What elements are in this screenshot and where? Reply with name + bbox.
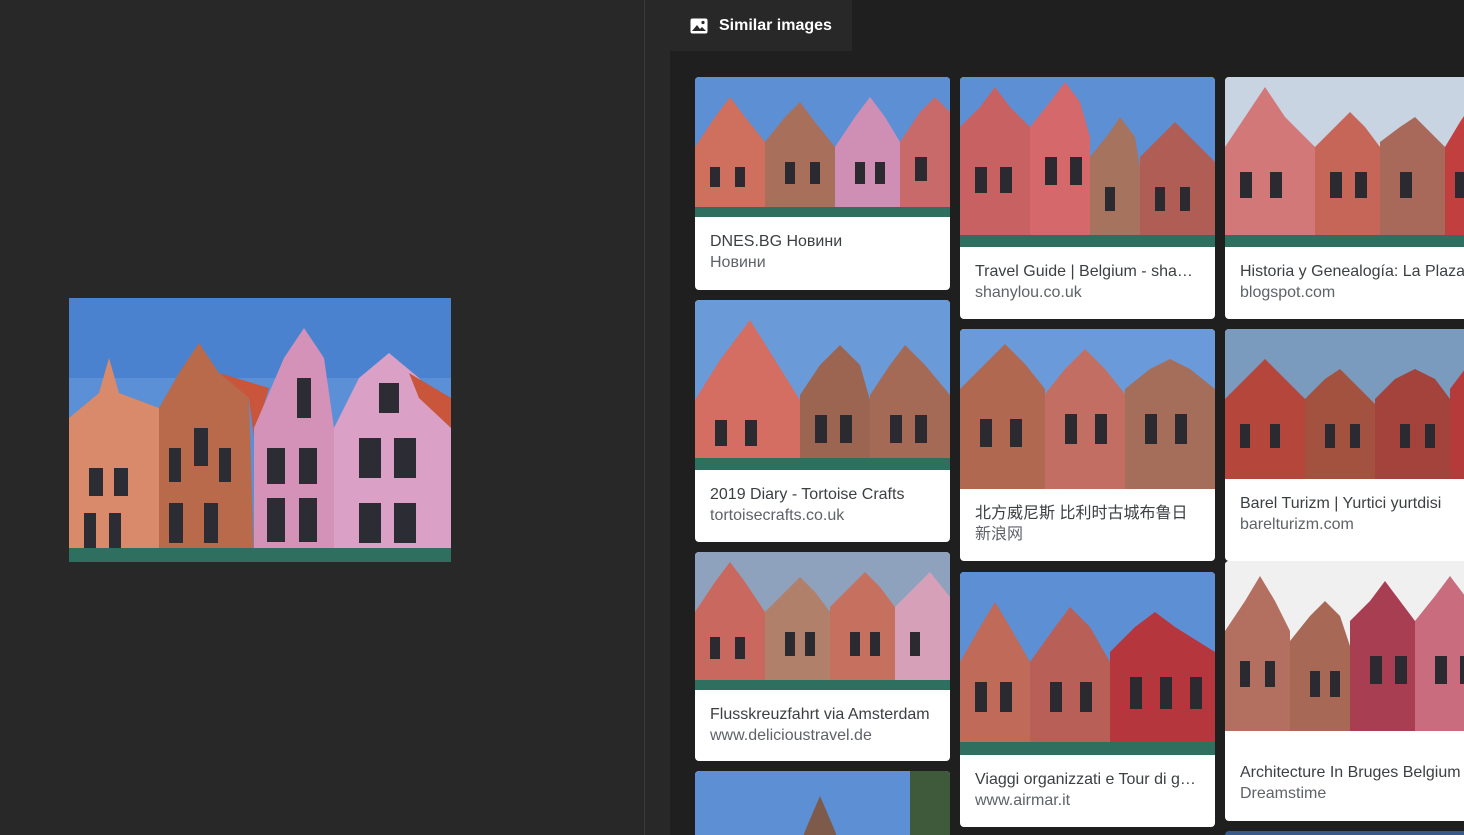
result-card[interactable]: 2019 Diary - Tortoise Crafts tortoisecra… [695,300,950,542]
result-source: Dreamstime [1240,785,1327,802]
result-card[interactable]: Flusskreuzfahrt via Amsterdam www.delici… [695,552,950,761]
result-card[interactable]: DNES.BG Новини Новини [695,77,950,290]
result-thumbnail[interactable] [695,552,950,690]
image-icon [690,18,708,33]
result-thumbnail[interactable] [695,771,950,835]
result-thumbnail[interactable] [960,572,1215,755]
result-card[interactable]: Architecture In Bruges Belgium Dreamstim… [1225,561,1464,821]
result-source: blogspot.com [1240,284,1336,301]
result-card[interactable] [695,771,950,835]
result-card[interactable]: Historia y Genealogía: La Plaza blogspot… [1225,77,1464,319]
result-card[interactable]: 北方威尼斯 比利时古城布鲁日 新浪网 [960,329,1215,561]
result-title[interactable]: 2019 Diary - Tortoise Crafts [710,485,935,505]
result-title[interactable]: Viaggi organizzati e Tour di gruppo [975,770,1200,790]
similar-images-pane: Similar images DNES.BG Новини Новини 201… [645,0,1464,835]
result-source: barelturizm.com [1240,516,1354,533]
result-source: www.airmar.it [975,792,1071,809]
result-source: www.delicioustravel.de [710,727,872,744]
result-thumbnail[interactable] [960,77,1215,247]
result-title[interactable]: 北方威尼斯 比利时古城布鲁日 [975,504,1200,524]
result-thumbnail[interactable] [695,77,950,217]
result-source: shanylou.co.uk [975,284,1082,301]
result-card[interactable]: Barel Turizm | Yurtici yurtdisi bareltur… [1225,329,1464,561]
result-title[interactable]: Historia y Genealogía: La Plaza [1240,262,1464,282]
result-card[interactable]: Travel Guide | Belgium - shanylou shanyl… [960,77,1215,319]
result-title[interactable]: Travel Guide | Belgium - shanylou [975,262,1200,282]
query-image-pane [0,0,644,835]
tab-strip: Similar images [670,0,1464,51]
result-source: Новини [710,254,766,271]
result-title[interactable]: Architecture In Bruges Belgium [1240,763,1464,783]
result-card[interactable]: Viaggi organizzati e Tour di gruppo www.… [960,572,1215,827]
result-card[interactable] [1225,831,1464,835]
similar-images-label: Similar images [719,16,832,34]
result-title[interactable]: DNES.BG Новини [710,232,935,252]
result-source: tortoisecrafts.co.uk [710,507,845,524]
result-thumbnail[interactable] [960,329,1215,489]
result-thumbnail[interactable] [695,300,950,470]
result-source: 新浪网 [975,526,1024,543]
similar-images-tab[interactable]: Similar images [670,0,852,51]
result-title[interactable]: Barel Turizm | Yurtici yurtdisi [1240,494,1464,514]
result-thumbnail[interactable] [1225,77,1464,247]
result-thumbnail[interactable] [1225,329,1464,479]
result-thumbnail[interactable] [1225,561,1464,748]
result-title[interactable]: Flusskreuzfahrt via Amsterdam [710,705,935,725]
query-image[interactable] [69,298,451,562]
results-grid: DNES.BG Новини Новини 2019 Diary - Torto… [670,51,1464,835]
